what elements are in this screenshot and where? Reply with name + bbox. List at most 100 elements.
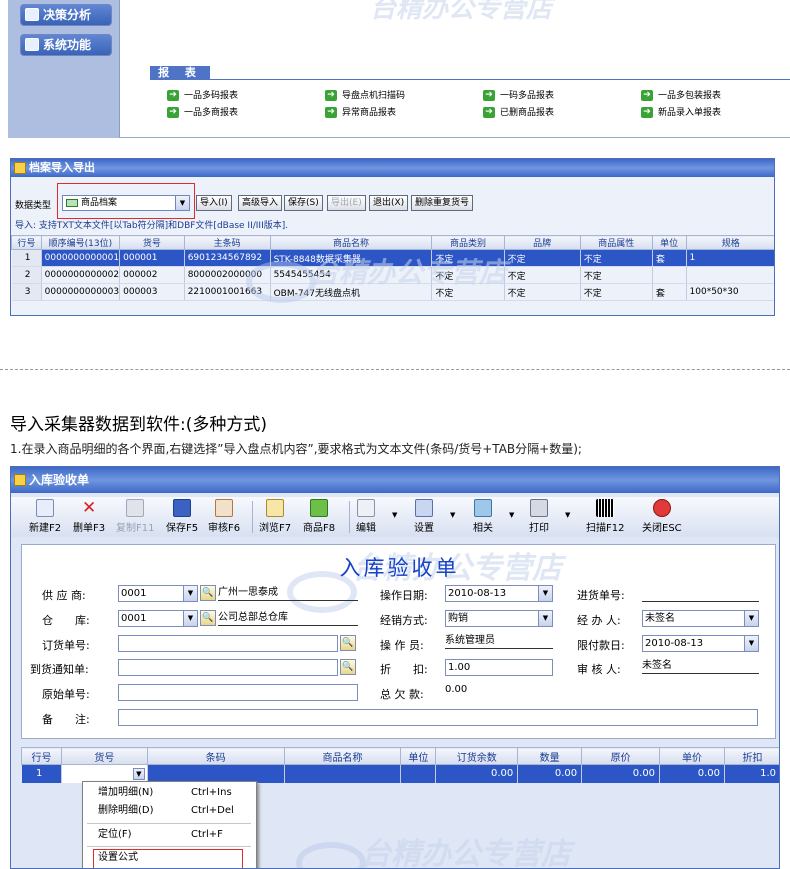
delete-order-button[interactable]: ✕ 删单F3 [73,499,105,535]
chevron-down-icon[interactable]: ▼ [744,611,758,626]
column-header[interactable]: 订货余数 [435,747,519,765]
table-cell[interactable] [400,764,437,783]
table-cell[interactable]: 不定 [504,266,581,284]
table-cell[interactable]: 不定 [580,283,653,301]
table-cell[interactable]: 0000000000001 [41,249,121,267]
new-button[interactable]: 新建F2 [29,499,61,535]
table-cell[interactable]: 000003 [119,283,185,301]
copy-button[interactable]: 复制F11 [116,499,154,535]
chevron-down-icon[interactable]: ▼ [183,611,197,626]
delete-duplicates-button[interactable]: 删除重复货号 [411,195,474,211]
table-cell[interactable]: 不定 [580,266,653,284]
report-link[interactable]: ➔ 异常商品报表 [325,107,396,119]
chevron-down-icon[interactable]: ▼ [183,586,197,601]
chevron-down-icon[interactable]: ▼ [450,511,455,519]
table-cell[interactable]: 1.0 [724,764,779,783]
table-cell[interactable] [686,266,774,284]
column-header[interactable]: 货号 [119,235,185,250]
table-cell[interactable]: 0000000000002 [41,266,121,284]
operation-date-select[interactable]: 2010-08-13 ▼ [445,585,553,602]
menu-item-delete-detail[interactable]: 删除明细(D) Ctrl+Del [83,802,256,820]
column-header[interactable]: 条码 [146,747,285,765]
report-link[interactable]: ➔ 新品录入单报表 [641,107,721,119]
import-button[interactable]: 导入(I) [196,195,232,211]
report-link[interactable]: ➔ 一品多码报表 [167,90,238,102]
table-cell[interactable] [652,266,687,284]
table-cell[interactable] [284,764,402,783]
report-link[interactable]: ➔ 一品多包装报表 [641,90,721,102]
supplier-code-select[interactable]: 0001 ▼ [118,585,198,602]
payment-deadline-select[interactable]: 2010-08-13 ▼ [642,635,759,652]
table-cell[interactable]: 0.00 [517,764,583,783]
report-link[interactable]: ➔ 一品多商报表 [167,107,238,119]
nav-decision-analysis-button[interactable]: 决策分析 [20,4,112,26]
table-cell[interactable]: 0000000000003 [41,283,121,301]
column-header[interactable]: 主条码 [183,235,271,250]
export-button[interactable]: 导出(E) [327,195,366,211]
column-header[interactable]: 原价 [581,747,661,765]
column-header[interactable]: 单位 [651,235,687,250]
table-cell[interactable] [147,764,285,783]
column-header[interactable]: 货号 [60,747,148,765]
table-cell[interactable]: 000002 [119,266,185,284]
column-header[interactable]: 品牌 [503,235,581,250]
reports-tab[interactable]: 报 表 [150,66,210,80]
search-icon[interactable]: 🔍 [200,585,216,601]
close-button[interactable]: 关闭ESC [642,499,682,535]
column-header[interactable]: 商品属性 [579,235,653,250]
exit-button[interactable]: 退出(X) [369,195,409,211]
column-header[interactable]: 商品名称 [283,747,402,765]
products-button[interactable]: 商品F8 [303,499,335,535]
column-header[interactable]: 商品类别 [431,235,505,250]
search-icon[interactable]: 🔍 [340,635,356,651]
menu-item-locate[interactable]: 定位(F) Ctrl+F [83,826,256,844]
table-cell[interactable]: 000001 [119,249,185,267]
chevron-down-icon[interactable]: ▼ [132,768,145,780]
chevron-down-icon[interactable]: ▼ [744,636,758,651]
save-button[interactable]: 保存F5 [166,499,198,535]
remark-input[interactable] [118,709,758,726]
chevron-down-icon[interactable]: ▼ [392,511,397,519]
chevron-down-icon[interactable]: ▼ [565,511,570,519]
arrival-notice-input[interactable] [118,659,338,676]
column-header[interactable]: 单位 [400,747,437,765]
warehouse-code-select[interactable]: 0001 ▼ [118,610,198,627]
table-row[interactable]: 1 ▼ 0.00 0.00 0.00 0.00 1.0 [21,764,779,783]
settings-button[interactable]: 设置 [414,499,434,535]
table-cell[interactable]: 不定 [504,283,581,301]
discount-input[interactable]: 1.00 [445,659,553,676]
report-link[interactable]: ➔ 已删商品报表 [483,107,554,119]
order-number-input[interactable] [118,635,338,652]
table-cell[interactable]: 0.00 [581,764,661,783]
column-header[interactable]: 商品名称 [269,235,433,250]
column-header[interactable]: 折扣 [723,747,779,765]
table-cell[interactable]: 6901234567892 [184,249,271,267]
handler-select[interactable]: 未签名 ▼ [642,610,759,627]
search-icon[interactable]: 🔍 [340,659,356,675]
menu-item-add-detail[interactable]: 增加明细(N) Ctrl+Ins [83,784,256,802]
item-code-cell[interactable]: ▼ [61,764,148,783]
distribution-mode-select[interactable]: 购销 ▼ [445,610,553,627]
review-button[interactable]: 审核F6 [208,499,240,535]
advanced-import-button[interactable]: 高级导入 [238,195,283,211]
browse-button[interactable]: 浏览F7 [259,499,291,535]
edit-button[interactable]: 编辑 [356,499,376,535]
table-cell[interactable]: 不定 [580,249,653,267]
column-header[interactable]: 单价 [659,747,725,765]
save-button[interactable]: 保存(S) [284,195,323,211]
scan-button[interactable]: 扫描F12 [586,499,624,535]
table-cell[interactable]: 1 [686,249,774,267]
column-header[interactable]: 规格 [685,235,774,250]
column-header[interactable]: 行号 [21,747,62,765]
chevron-down-icon[interactable]: ▼ [538,586,552,601]
table-cell[interactable]: 0.00 [659,764,725,783]
print-button[interactable]: 打印 [529,499,549,535]
chevron-down-icon[interactable]: ▼ [538,611,552,626]
search-icon[interactable]: 🔍 [200,610,216,626]
table-cell[interactable]: 0.00 [435,764,519,783]
table-cell[interactable]: 套 [652,283,687,301]
original-number-input[interactable] [118,684,358,701]
nav-system-functions-button[interactable]: 系统功能 [20,34,112,56]
column-header[interactable]: 行号 [11,235,42,250]
column-header[interactable]: 顺序编号(13位) [40,235,121,250]
